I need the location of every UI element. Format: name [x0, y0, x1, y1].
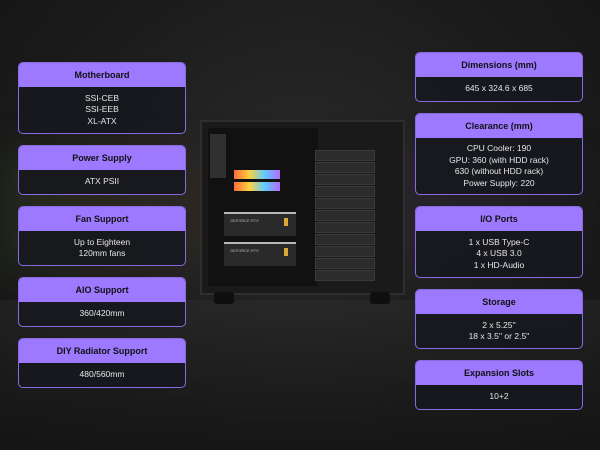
- card-body: ATX PSII: [19, 170, 185, 194]
- gpu-power-connector: [284, 248, 288, 256]
- spec-card-expansion-slots: Expansion Slots 10+2: [415, 360, 583, 410]
- drive-bay: [315, 222, 375, 233]
- spec-card-storage: Storage 2 x 5.25'' 18 x 3.5'' or 2.5'': [415, 289, 583, 349]
- card-body: 480/560mm: [19, 363, 185, 387]
- card-body: 645 x 324.6 x 685: [416, 77, 582, 101]
- drive-bay: [315, 198, 375, 209]
- hdd-rack: [315, 150, 375, 290]
- card-line: SSI-CEB: [84, 92, 119, 103]
- spec-card-dimensions: Dimensions (mm) 645 x 324.6 x 685: [415, 52, 583, 102]
- card-body: Up to Eighteen 120mm fans: [19, 231, 185, 265]
- rgb-ram-illustration: [234, 170, 280, 179]
- spec-card-diy-radiator: DIY Radiator Support 480/560mm: [18, 338, 186, 388]
- card-title: I/O Ports: [416, 207, 582, 231]
- card-line: 18 x 3.5'' or 2.5'': [468, 331, 530, 341]
- card-line: Up to Eighteen: [73, 236, 131, 247]
- pc-case-image: GEFORCE RTX GEFORCE RTX: [200, 120, 405, 310]
- drive-bay: [315, 150, 375, 161]
- case-foot: [214, 292, 234, 304]
- spec-card-aio-support: AIO Support 360/420mm: [18, 277, 186, 327]
- spec-card-motherboard: Motherboard SSI-CEB SSI-EEB XL-ATX: [18, 62, 186, 134]
- card-title: DIY Radiator Support: [19, 339, 185, 363]
- spec-card-io-ports: I/O Ports 1 x USB Type-C 4 x USB 3.0 1 x…: [415, 206, 583, 278]
- card-line: ATX PSII: [84, 176, 120, 187]
- card-line: 645 x 324.6 x 685: [465, 83, 533, 94]
- card-line: 4 x USB 3.0: [476, 248, 522, 259]
- card-body: CPU Cooler: 190 GPU: 360 (with HDD rack)…: [416, 138, 582, 194]
- gpu-label: GEFORCE RTX: [230, 248, 259, 253]
- card-title: Expansion Slots: [416, 361, 582, 385]
- card-title: Storage: [416, 290, 582, 314]
- card-title: Fan Support: [19, 207, 185, 231]
- rgb-ram-illustration: [234, 182, 280, 191]
- card-line: 1 x USB Type-C: [468, 236, 530, 247]
- card-line: 10+2: [489, 391, 509, 402]
- card-line: 360/420mm: [79, 308, 125, 319]
- card-title: Power Supply: [19, 146, 185, 170]
- drive-bay: [315, 210, 375, 221]
- spec-card-power-supply: Power Supply ATX PSII: [18, 145, 186, 195]
- cpu-cooler-illustration: [210, 134, 226, 178]
- card-line: 120mm fans: [78, 248, 126, 258]
- card-line: 2 x 5.25'': [482, 319, 516, 330]
- card-body: SSI-CEB SSI-EEB XL-ATX: [19, 87, 185, 133]
- drive-bay: [315, 270, 375, 281]
- gpu-power-connector: [284, 218, 288, 226]
- drive-bay: [315, 258, 375, 269]
- card-line: CPU Cooler: 190: [466, 143, 532, 153]
- drive-bay: [315, 186, 375, 197]
- card-line: 630 (without HDD rack): [454, 166, 544, 176]
- case-foot: [370, 292, 390, 304]
- drive-bay: [315, 162, 375, 173]
- card-title: Clearance (mm): [416, 114, 582, 138]
- card-line: 1 x HD-Audio: [473, 259, 525, 270]
- card-body: 2 x 5.25'' 18 x 3.5'' or 2.5'': [416, 314, 582, 348]
- card-title: AIO Support: [19, 278, 185, 302]
- card-title: Dimensions (mm): [416, 53, 582, 77]
- card-line: Power Supply: 220: [463, 177, 535, 188]
- card-body: 360/420mm: [19, 302, 185, 326]
- gpu-label: GEFORCE RTX: [230, 218, 259, 223]
- card-title: Motherboard: [19, 63, 185, 87]
- card-line: XL-ATX: [87, 115, 117, 126]
- drive-bay: [315, 234, 375, 245]
- card-body: 10+2: [416, 385, 582, 409]
- card-line: GPU: 360 (with HDD rack): [449, 154, 549, 165]
- drive-bay: [315, 174, 375, 185]
- drive-bay: [315, 246, 375, 257]
- card-line: SSI-EEB: [85, 104, 119, 115]
- card-line: 480/560mm: [79, 369, 125, 380]
- card-body: 1 x USB Type-C 4 x USB 3.0 1 x HD-Audio: [416, 231, 582, 277]
- spec-card-clearance: Clearance (mm) CPU Cooler: 190 GPU: 360 …: [415, 113, 583, 195]
- spec-card-fan-support: Fan Support Up to Eighteen 120mm fans: [18, 206, 186, 266]
